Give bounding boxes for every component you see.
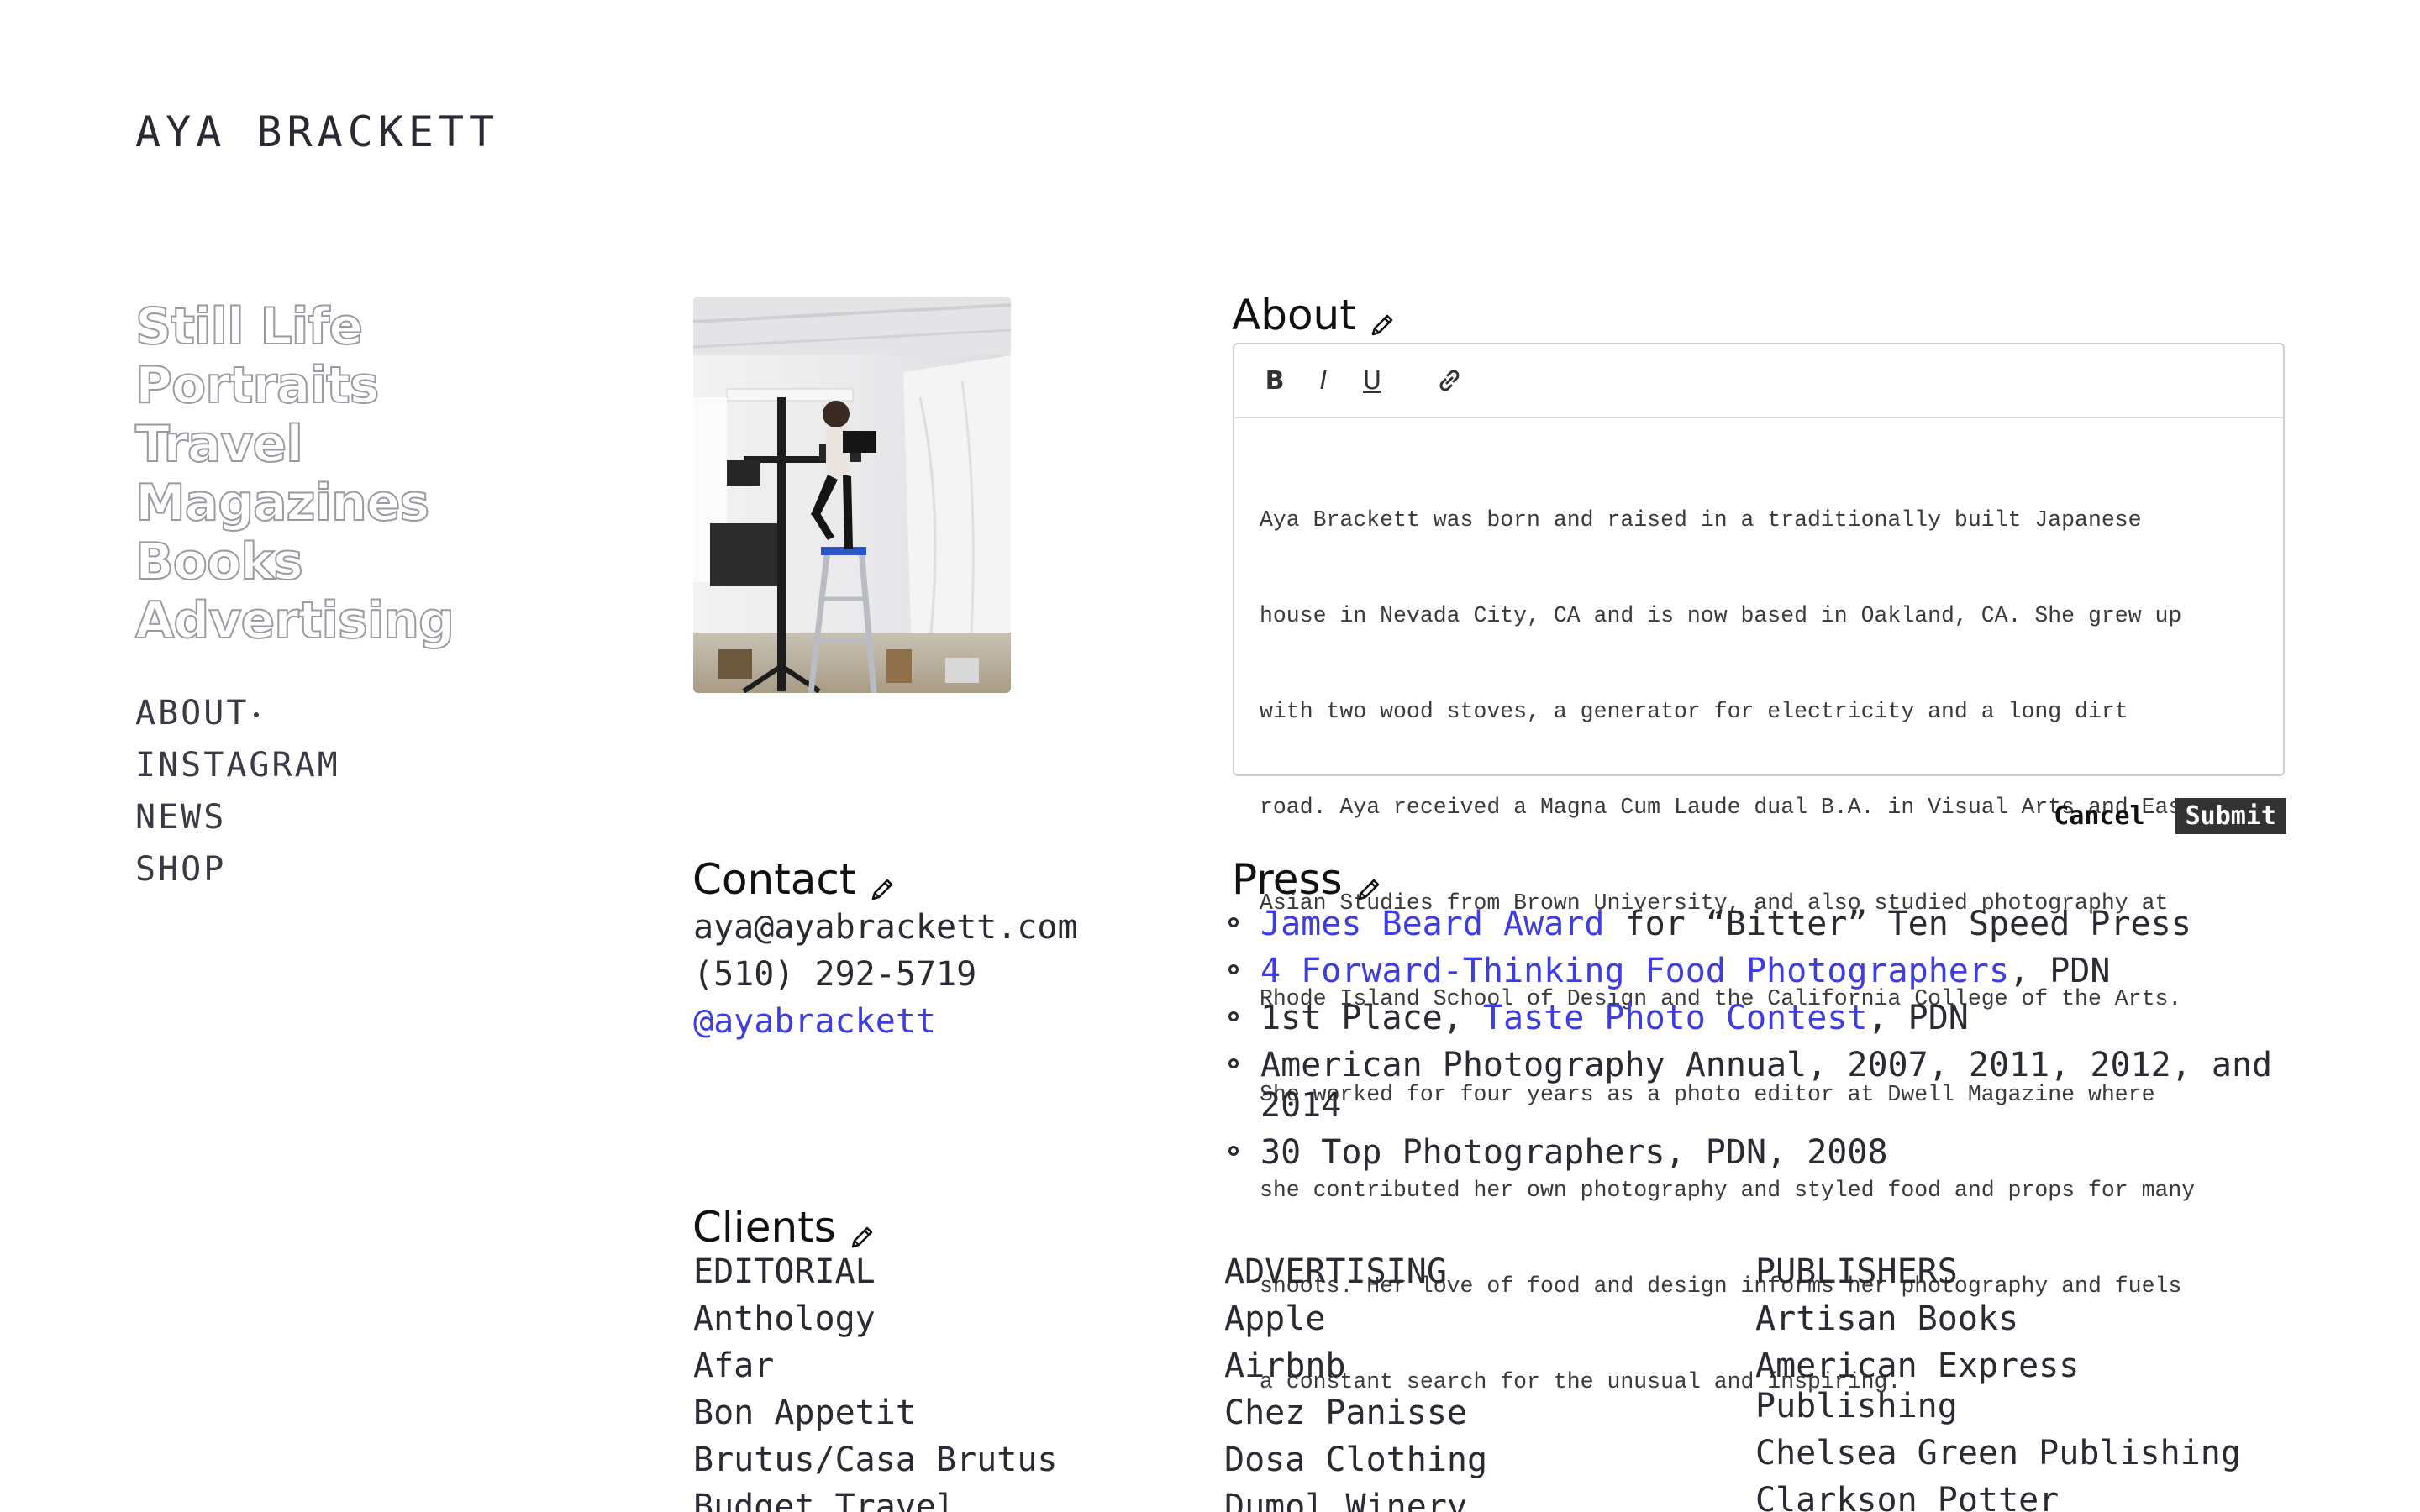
client-item: Airbnb — [1224, 1347, 1346, 1385]
pencil-icon[interactable] — [868, 865, 897, 900]
submit-button[interactable]: Submit — [2175, 798, 2286, 834]
press-item-text: , PDN — [2009, 952, 2111, 990]
press-item: 1st Place, Taste Photo Contest, PDN — [1228, 998, 2296, 1038]
about-editor[interactable]: B I U Aya Brackett was born and raised i… — [1233, 343, 2285, 1394]
clients-column-title: PUBLISHERS — [1755, 1252, 1958, 1291]
press-item-text: , PDN — [1867, 999, 1969, 1037]
press-heading: Press — [1232, 855, 1383, 904]
clients-column-publishers: PUBLISHERS Artisan Books American Expres… — [1755, 1252, 2293, 1512]
nav-item-portraits[interactable]: Portraits — [134, 355, 454, 416]
nav-item-shop[interactable]: SHOP — [135, 843, 340, 895]
nav-item-about-label: ABOUT — [135, 694, 250, 732]
client-item: Artisan Books — [1755, 1299, 2019, 1338]
nav-item-advertising[interactable]: Advertising — [134, 591, 455, 651]
clients-column-advertising: ADVERTISING Apple Airbnb Chez Panisse Do… — [1224, 1252, 1745, 1512]
press-link-james-beard[interactable]: James Beard Award — [1260, 905, 1604, 943]
pencil-icon[interactable] — [1368, 301, 1397, 336]
about-heading-label: About — [1232, 291, 1356, 339]
press-item: American Photography Annual, 2007, 2011,… — [1228, 1045, 2296, 1126]
about-text-line: house in Nevada City, CA and is now base… — [1260, 603, 2182, 628]
clients-column-title: ADVERTISING — [1224, 1252, 1447, 1291]
clients-heading: Clients — [692, 1203, 876, 1252]
contact-email[interactable]: aya@ayabrackett.com — [693, 904, 1078, 951]
clients-column-editorial: EDITORIAL Anthology Afar Bon Appetit Bru… — [693, 1252, 1214, 1512]
nav-item-still-life[interactable]: Still Life — [134, 297, 454, 357]
pencil-icon[interactable] — [848, 1213, 876, 1248]
client-item: Brutus/Casa Brutus — [693, 1441, 1058, 1479]
editor-toolbar: B I U — [1234, 344, 2283, 418]
press-item-text: for “Bitter” Ten Speed Press — [1604, 905, 2191, 943]
nav-item-travel[interactable]: Travel — [134, 414, 454, 475]
client-item: Clarkson Potter — [1755, 1481, 2060, 1512]
nav-item-instagram[interactable]: INSTAGRAM — [135, 739, 340, 791]
active-indicator-dot — [254, 712, 260, 717]
nav-item-about[interactable]: ABOUT — [135, 687, 340, 739]
editor-actions: Cancel Submit — [2054, 798, 2286, 834]
bold-button[interactable]: B — [1260, 365, 1290, 396]
contact-phone: (510) 292-5719 — [693, 955, 977, 994]
press-link-food-photographers[interactable]: 4 Forward-Thinking Food Photographers — [1260, 952, 2009, 990]
cancel-button[interactable]: Cancel — [2054, 801, 2144, 831]
nav-item-magazines[interactable]: Magazines — [134, 473, 454, 533]
about-heading: About — [1232, 291, 1397, 339]
client-item: Anthology — [693, 1299, 876, 1338]
client-item: Dumol Winery — [1224, 1488, 1467, 1512]
clients-column-title: EDITORIAL — [693, 1252, 876, 1291]
site-title[interactable]: AYA BRACKETT — [135, 108, 499, 156]
client-item: Apple — [1224, 1299, 1326, 1338]
info-nav: ABOUT INSTAGRAM NEWS SHOP — [135, 687, 340, 895]
link-icon[interactable] — [1434, 365, 1465, 396]
press-link-taste-contest[interactable]: Taste Photo Contest — [1483, 999, 1868, 1037]
contact-list: aya@ayabrackett.com (510) 292-5719 @ayab… — [693, 904, 1078, 1045]
pencil-icon[interactable] — [1355, 865, 1383, 900]
press-item-text: 1st Place, — [1260, 999, 1483, 1037]
client-item: American Express Publishing — [1755, 1347, 2080, 1425]
client-item: Dosa Clothing — [1224, 1441, 1488, 1479]
client-item: Bon Appetit — [693, 1394, 916, 1432]
instagram-link[interactable]: @ayabrackett — [693, 1002, 936, 1041]
contact-instagram: @ayabrackett — [693, 998, 1078, 1045]
press-item: 4 Forward-Thinking Food Photographers, P… — [1228, 951, 2296, 991]
contact-heading: Contact — [692, 855, 897, 904]
client-item: Chelsea Green Publishing — [1755, 1434, 2241, 1473]
press-heading-label: Press — [1232, 855, 1343, 904]
underline-button[interactable]: U — [1357, 365, 1387, 396]
press-item: James Beard Award for “Bitter” Ten Speed… — [1228, 904, 2296, 944]
italic-button[interactable]: I — [1308, 365, 1339, 396]
client-item: Afar — [693, 1347, 775, 1385]
press-item: 30 Top Photographers, PDN, 2008 — [1228, 1132, 2296, 1173]
about-text-line: with two wood stoves, a generator for el… — [1260, 699, 2128, 724]
client-item: Chez Panisse — [1224, 1394, 1467, 1432]
portfolio-nav: Still Life Portraits Travel Magazines Bo… — [134, 297, 455, 651]
about-text-line: Aya Brackett was born and raised in a tr… — [1260, 507, 2142, 533]
press-list: James Beard Award for “Bitter” Ten Speed… — [1228, 904, 2296, 1179]
nav-item-books[interactable]: Books — [134, 532, 454, 592]
clients-heading-label: Clients — [692, 1203, 836, 1252]
client-item: Budget Travel — [693, 1488, 957, 1512]
nav-item-news[interactable]: NEWS — [135, 791, 340, 843]
portrait-photo — [693, 297, 1011, 693]
contact-heading-label: Contact — [692, 855, 856, 904]
